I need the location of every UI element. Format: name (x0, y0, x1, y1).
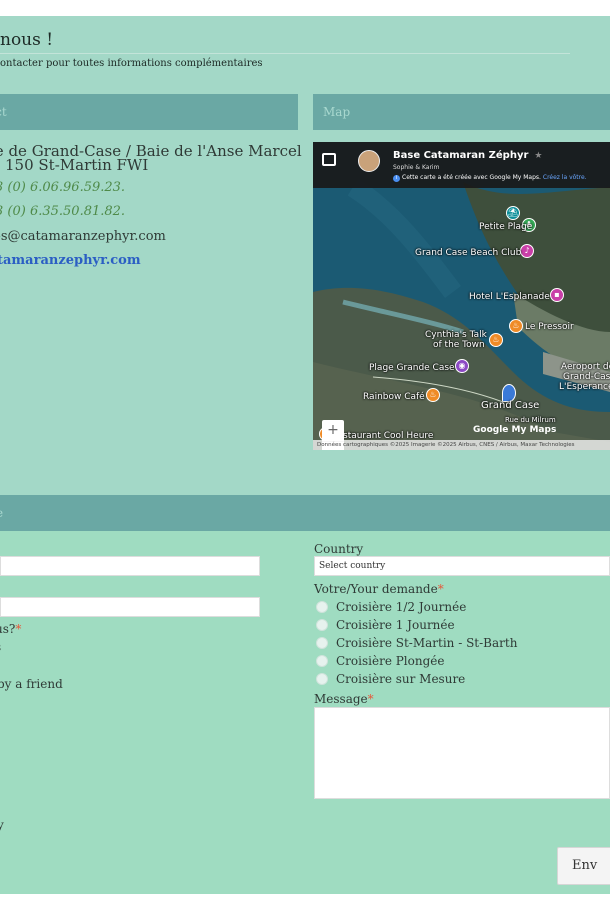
label-aeroport-2: Grand-Case (563, 372, 610, 382)
map-authors: Sophie & Karim (393, 164, 440, 171)
how-heard-option-3[interactable]: y (0, 818, 4, 832)
how-heard-label: us?* (0, 622, 21, 636)
message-required: * (367, 692, 374, 706)
beach-pin-icon[interactable]: ⛱ (506, 206, 520, 220)
page-subtitle: ontacter pour toutes informations complé… (0, 58, 263, 69)
how-heard-option-1[interactable]: s (0, 640, 1, 654)
contact-address: ie de Grand-Case / Baie de l'Anse Marcel… (0, 144, 302, 174)
label-aeroport-3: L'Esperance (559, 382, 610, 392)
label-rainbow-cafe: Rainbow Café (363, 392, 425, 402)
camera-pin-icon[interactable]: ◉ (455, 359, 469, 373)
embedded-map[interactable]: Base Catamaran Zéphyr ★ Sophie & Karim iC… (313, 142, 610, 450)
message-text: Message (314, 692, 368, 706)
phone-1[interactable]: 3 (0) 6.06.96.59.23. (0, 180, 125, 195)
avatar (358, 150, 380, 172)
title-divider (0, 53, 570, 54)
radio-label: Croisière 1 Journée (336, 618, 455, 632)
label-aeroport-1: Aeroport de (561, 362, 610, 372)
map-title: Base Catamaran Zéphyr ★ (393, 150, 543, 161)
map-title-bar: Base Catamaran Zéphyr ★ Sophie & Karim iC… (313, 142, 610, 188)
hotel-pin-icon[interactable]: ▪ (550, 288, 564, 302)
restaurant-pin-icon[interactable]: ♨ (426, 388, 440, 402)
restaurant-pin-icon[interactable]: ♨ (509, 319, 523, 333)
radio-label: Croisière 1/2 Journée (336, 600, 467, 614)
info-icon: i (393, 175, 400, 182)
label-le-pressoir: Le Pressoir (525, 322, 574, 332)
how-heard-option-friend[interactable]: by a friend (0, 677, 63, 691)
label-grand-case: Grand Case (481, 400, 540, 411)
country-label: Country (314, 542, 364, 556)
how-heard-text: us? (0, 622, 16, 636)
map-header: Map (313, 94, 610, 130)
map-imagery (313, 142, 610, 450)
address-line-2: 150 St-Martin FWI (5, 156, 149, 174)
label-plage-grande-case: Plage Grande Case (369, 363, 455, 373)
radio-option-sur-mesure[interactable]: Croisière sur Mesure (316, 671, 465, 687)
radio-label: Croisière Plongée (336, 654, 445, 668)
how-heard-required: * (15, 622, 22, 636)
club-pin-icon[interactable]: ♪ (520, 244, 534, 258)
message-label: Message* (314, 692, 374, 706)
country-select[interactable]: Select country (314, 556, 610, 576)
radio-label: Croisière sur Mesure (336, 672, 466, 686)
label-petite-plage: Petite Plage (479, 222, 533, 232)
radio-circle-icon[interactable] (316, 655, 328, 667)
phone-2[interactable]: 3 (0) 6.35.50.81.82. (0, 204, 125, 219)
radio-circle-icon[interactable] (316, 619, 328, 631)
radio-circle-icon[interactable] (316, 673, 328, 685)
submit-button[interactable]: Env (557, 847, 610, 885)
email-input[interactable] (0, 597, 260, 617)
create-map-link[interactable]: Créez la vôtre. (543, 174, 587, 181)
form-header-label: e (0, 506, 3, 520)
contact-email[interactable]: os@catamaranzephyr.com (0, 229, 166, 244)
contact-header-label: act (0, 105, 7, 119)
radio-option-full-day[interactable]: Croisière 1 Journée (316, 617, 455, 633)
google-my-maps-logo: Google My Maps (473, 425, 557, 435)
radio-option-st-barth[interactable]: Croisière St-Martin - St-Barth (316, 635, 517, 651)
radio-circle-icon[interactable] (316, 601, 328, 613)
map-notice: i Cette carte a été créée avec Google My … (393, 174, 587, 182)
restaurant-pin-icon[interactable]: ♨ (489, 333, 503, 347)
label-of-the-town: of the Town (433, 340, 485, 350)
label-cynthias-talk: Cynthia's Talk (425, 330, 487, 340)
map-notice-text: Cette carte a été créée avec Google My M… (402, 174, 541, 181)
demande-label: Votre/Your demande* (314, 582, 444, 596)
demande-required: * (437, 582, 444, 596)
form-header: e (0, 495, 610, 531)
contact-header: act (0, 94, 298, 130)
map-attribution: Données cartographiques ©2025 Imagerie ©… (313, 440, 610, 450)
radio-circle-icon[interactable] (316, 637, 328, 649)
map-title-text: Base Catamaran Zéphyr (393, 150, 529, 161)
fullscreen-icon[interactable] (322, 153, 336, 166)
radio-option-half-day[interactable]: Croisière 1/2 Journée (316, 599, 466, 615)
label-rue-milrum: Rue du Milrum (505, 416, 556, 424)
label-hotel-esplanade: Hotel L'Esplanade (469, 292, 550, 302)
label-grand-case-beach-club: Grand Case Beach Club (415, 248, 522, 258)
radio-option-plongee[interactable]: Croisière Plongée (316, 653, 444, 669)
message-textarea[interactable] (314, 707, 610, 799)
demande-text: Votre/Your demande (314, 582, 438, 596)
name-input[interactable] (0, 556, 260, 576)
page-title: nous ! (0, 30, 54, 50)
radio-label: Croisière St-Martin - St-Barth (336, 636, 518, 650)
star-icon[interactable]: ★ (534, 151, 542, 161)
website-link[interactable]: tamaranzephyr.com (0, 253, 141, 268)
zoom-in-button[interactable]: + (322, 420, 344, 441)
